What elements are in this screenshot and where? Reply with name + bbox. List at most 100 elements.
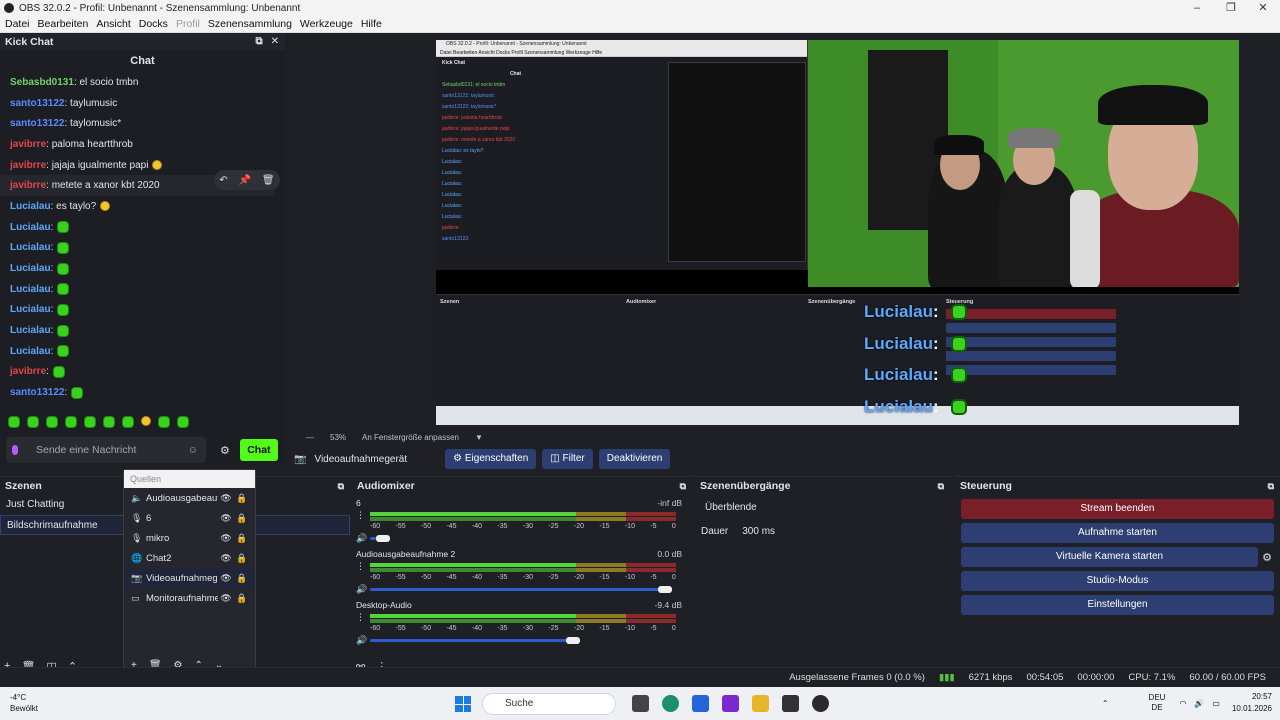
lock-icon[interactable]: 🔒 <box>234 533 250 544</box>
visibility-eye-icon[interactable]: 👁 <box>218 553 234 564</box>
program-preview[interactable]: OBS 32.0.2 - Profil: Unbenannt - Szenens… <box>436 40 1239 425</box>
emote-icon[interactable] <box>27 416 39 428</box>
more-icon[interactable]: ⋮ <box>356 612 365 623</box>
visibility-eye-icon[interactable]: 👁 <box>218 493 234 504</box>
stop-stream-button[interactable]: Stream beenden <box>961 499 1274 519</box>
chat-username[interactable]: Lucialau <box>10 346 51 357</box>
chat-username[interactable]: javibrre <box>10 366 46 377</box>
chat-message[interactable]: santo13122: <box>10 382 285 403</box>
app-icon[interactable] <box>782 695 799 712</box>
emote-icon[interactable] <box>103 416 115 428</box>
chat-message[interactable]: santo13122: taylumusic <box>10 93 285 114</box>
yahoo-icon[interactable] <box>722 695 739 712</box>
pin-icon[interactable]: 📌 <box>239 175 251 186</box>
chat-message[interactable]: Lucialau: <box>10 341 285 362</box>
menu-profil[interactable]: Profil <box>176 18 200 30</box>
chat-message[interactable]: javibrre: paloma heartthrob <box>10 134 285 155</box>
task-view-icon[interactable] <box>632 695 649 712</box>
properties-button[interactable]: ⚙ Eigenschaften <box>445 449 537 469</box>
undock-icon[interactable]: ⧉ <box>680 481 686 492</box>
lock-icon[interactable]: 🔒 <box>234 573 250 584</box>
minus-icon[interactable]: — <box>306 433 314 442</box>
chat-username[interactable]: javibrre <box>10 139 46 150</box>
source-item[interactable]: 🌐 Chat2 👁 🔒 <box>124 548 255 568</box>
emote-icon[interactable] <box>46 416 58 428</box>
close-dock-icon[interactable]: ✕ <box>271 36 279 47</box>
chat-username[interactable]: santo13122 <box>10 118 64 129</box>
emote-icon[interactable] <box>158 416 170 428</box>
start-virtual-camera-button[interactable]: Virtuelle Kamera starten <box>961 547 1259 567</box>
source-item[interactable]: 🔈Audioausgabeaufnahme👁🔒 <box>124 488 255 508</box>
chat-username[interactable]: javibrre <box>10 160 46 171</box>
chat-username[interactable]: Lucialau <box>10 263 51 274</box>
delete-icon[interactable]: 🗑 <box>262 175 275 186</box>
more-icon[interactable]: ⋮ <box>356 510 365 521</box>
weather-widget[interactable]: -4°C Bewölkt <box>10 692 38 714</box>
maximize-icon[interactable]: ❐ <box>1214 0 1248 16</box>
reply-icon[interactable]: ↶ <box>219 175 227 186</box>
chat-message[interactable]: Sebasbd0131: el socio tmbn <box>10 72 285 93</box>
transition-select[interactable]: Überblende <box>699 497 946 519</box>
fit-window-label[interactable]: An Fenstergröße anpassen <box>362 433 459 442</box>
minimize-icon[interactable]: – <box>1180 0 1214 16</box>
emote-icon[interactable] <box>122 416 134 428</box>
filter-button[interactable]: ◫ Filter <box>542 449 593 469</box>
chat-input[interactable]: Sende eine Nachricht ☺ <box>6 437 206 463</box>
chat-username[interactable]: Lucialau <box>10 222 51 233</box>
lock-icon[interactable]: 🔒 <box>234 513 250 524</box>
undock-icon[interactable]: ⧉ <box>1268 481 1274 492</box>
duration-input[interactable]: 300 ms <box>742 521 775 543</box>
volume-icon[interactable]: 🔊 <box>356 533 367 544</box>
battery-icon[interactable]: ▭ <box>1212 699 1220 708</box>
chat-username[interactable]: Lucialau <box>10 304 51 315</box>
chat-username[interactable]: Lucialau <box>10 325 51 336</box>
menu-docks[interactable]: Docks <box>139 18 168 30</box>
visibility-eye-icon[interactable]: 👁 <box>218 593 234 604</box>
menu-werkzeuge[interactable]: Werkzeuge <box>300 18 353 30</box>
chat-message[interactable]: Lucialau: es taylo? <box>10 196 285 217</box>
menu-szenensammlung[interactable]: Szenensammlung <box>208 18 292 30</box>
chat-settings-gear-icon[interactable]: ⚙ <box>220 444 230 457</box>
language-indicator[interactable]: DEU DE <box>1149 693 1166 713</box>
volume-slider[interactable]: 🔊 <box>356 635 676 646</box>
emote-icon[interactable] <box>84 416 96 428</box>
visibility-eye-icon[interactable]: 👁 <box>218 533 234 544</box>
lock-icon[interactable]: 🔒 <box>234 493 250 504</box>
menu-hilfe[interactable]: Hilfe <box>361 18 382 30</box>
source-item[interactable]: 🎙 6 👁 🔒 <box>124 508 255 528</box>
menu-bearbeiten[interactable]: Bearbeiten <box>38 18 89 30</box>
chat-username[interactable]: Sebasbd0131 <box>10 77 74 88</box>
start-recording-button[interactable]: Aufnahme starten <box>961 523 1274 543</box>
chat-message[interactable]: Lucialau: <box>10 238 285 259</box>
edge-icon[interactable] <box>662 695 679 712</box>
menu-datei[interactable]: Datei <box>5 18 30 30</box>
menu-ansicht[interactable]: Ansicht <box>96 18 130 30</box>
chevron-down-icon[interactable]: ▼ <box>475 433 483 442</box>
chat-username[interactable]: javibrre <box>10 180 46 191</box>
emote-icon[interactable] <box>177 416 189 428</box>
chat-username[interactable]: Lucialau <box>10 284 51 295</box>
close-window-icon[interactable]: ✕ <box>1246 0 1280 16</box>
source-item[interactable]: 🎙 mikro 👁 🔒 <box>124 528 255 548</box>
visibility-eye-icon[interactable]: 👁 <box>218 513 234 524</box>
chat-message[interactable]: Lucialau: <box>10 217 285 238</box>
emote-icon[interactable] <box>65 416 77 428</box>
chat-message[interactable]: Lucialau: <box>10 279 285 300</box>
studio-mode-button[interactable]: Studio-Modus <box>961 571 1274 591</box>
chat-message[interactable]: Lucialau: <box>10 300 285 321</box>
clock[interactable]: 20:57 10.01.2026 <box>1232 691 1272 715</box>
file-explorer-icon[interactable] <box>752 695 769 712</box>
chat-message[interactable]: javibrre: <box>10 362 285 383</box>
volume-icon[interactable]: 🔊 <box>356 584 367 595</box>
undock-icon[interactable]: ⧉ <box>938 481 944 492</box>
more-icon[interactable]: ⋮ <box>356 561 365 572</box>
chat-message[interactable]: Lucialau: <box>10 320 285 341</box>
chat-username[interactable]: santo13122 <box>10 98 64 109</box>
source-item[interactable]: ▭ Monitoraufnahme 👁 🔒 <box>124 588 255 608</box>
taskbar-search[interactable]: Suche <box>482 693 616 715</box>
chat-username[interactable]: santo13122 <box>10 387 64 398</box>
emote-icon[interactable] <box>8 416 20 428</box>
obs-taskbar-icon[interactable] <box>812 695 829 712</box>
visibility-eye-icon[interactable]: 👁 <box>218 573 234 584</box>
volume-icon[interactable]: 🔊 <box>356 635 367 646</box>
